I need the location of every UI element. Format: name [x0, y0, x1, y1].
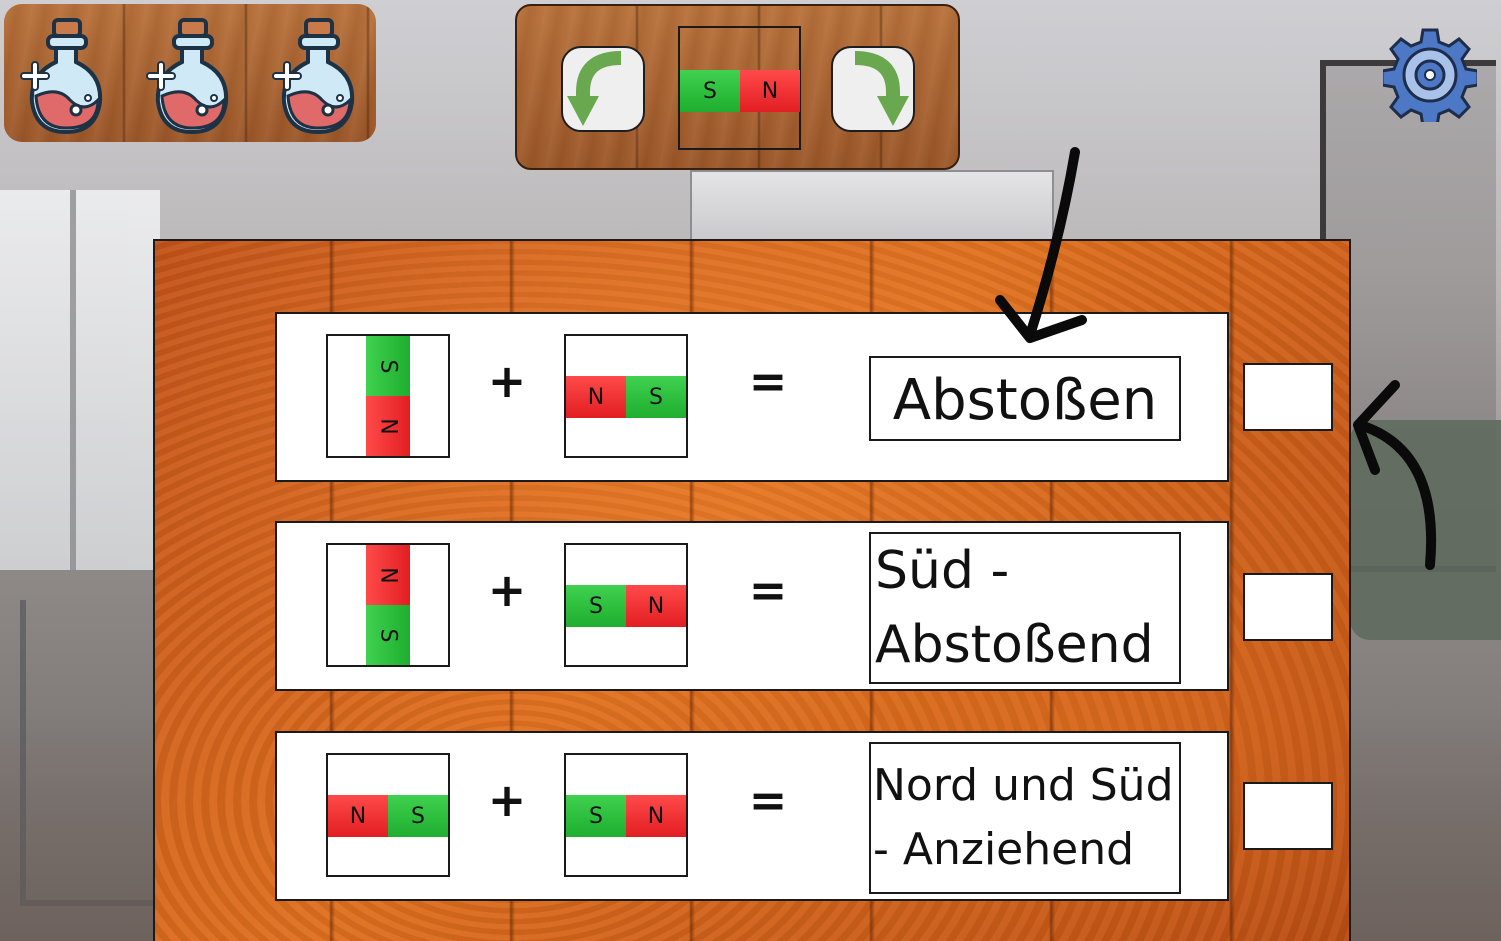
answer-line-1: Süd - — [875, 541, 1010, 601]
answer-box: Süd - Abstoßend — [869, 532, 1181, 684]
current-magnet[interactable]: S N — [680, 70, 800, 112]
plus-sign: + — [487, 773, 527, 827]
plus-sign: + — [487, 563, 527, 617]
magnet-slot-a[interactable]: N S — [326, 543, 450, 667]
magnet-pole-south: S — [566, 585, 626, 627]
gear-icon — [1380, 28, 1480, 128]
magnet-horizontal[interactable]: N S — [328, 795, 448, 837]
answer-checkbox-3[interactable] — [1243, 782, 1333, 850]
potion-inventory — [4, 4, 376, 142]
magnet-pole-north: N — [626, 585, 686, 627]
magnet-pole-south: S — [566, 795, 626, 837]
puzzle-row-3: N S + S N = Nord und Süd - Anziehend — [275, 731, 1229, 901]
rotate-left-button[interactable] — [561, 46, 645, 132]
magnet-slot-b[interactable]: N S — [564, 334, 688, 458]
magnet-vertical[interactable]: S N — [366, 336, 410, 456]
potion-plus-icon[interactable] — [270, 16, 366, 136]
equals-sign: = — [748, 773, 788, 827]
magnet-pole-south: S — [680, 70, 740, 112]
magnet-pole-north: N — [740, 70, 800, 112]
magnet-pole-north: N — [366, 396, 410, 456]
answer-checkbox-2[interactable] — [1243, 573, 1333, 641]
answer-line-2: Abstoßend — [875, 615, 1154, 675]
answer-checkbox-1[interactable] — [1243, 363, 1333, 431]
magnet-slot-a[interactable]: S N — [326, 334, 450, 458]
answer-box: Abstoßen — [869, 356, 1181, 441]
equals-sign: = — [748, 563, 788, 617]
answer-box: Nord und Süd - Anziehend — [869, 742, 1181, 894]
current-magnet-slot[interactable]: S N — [678, 26, 801, 150]
puzzle-row-1: S N + N S = Abstoßen — [275, 312, 1229, 482]
puzzle-row-2: N S + S N = Süd - Abstoßend — [275, 521, 1229, 691]
magnet-pole-south: S — [388, 795, 448, 837]
magnet-vertical[interactable]: N S — [366, 545, 410, 665]
magnet-slot-a[interactable]: N S — [326, 753, 450, 877]
answer-line-1: Nord und Süd — [873, 760, 1174, 811]
magnet-pole-north: N — [626, 795, 686, 837]
settings-button[interactable] — [1380, 28, 1480, 128]
magnet-horizontal[interactable]: S N — [566, 795, 686, 837]
equals-sign: = — [748, 354, 788, 408]
potion-plus-icon[interactable] — [18, 16, 114, 136]
magnet-pole-south: S — [366, 336, 410, 396]
magnet-pole-north: N — [328, 795, 388, 837]
magnet-pole-north: N — [566, 376, 626, 418]
room-window — [0, 190, 160, 570]
plus-sign: + — [487, 354, 527, 408]
magnet-pole-south: S — [366, 605, 410, 665]
answer-line-2: - Anziehend — [873, 824, 1135, 875]
room-sofa — [1350, 420, 1501, 640]
potion-plus-icon[interactable] — [144, 16, 240, 136]
magnet-horizontal[interactable]: N S — [566, 376, 686, 418]
rotate-right-button[interactable] — [831, 46, 915, 132]
magnet-slot-b[interactable]: S N — [564, 753, 688, 877]
magnet-pole-south: S — [626, 376, 686, 418]
magnet-horizontal[interactable]: S N — [566, 585, 686, 627]
magnet-control-panel: S N — [515, 4, 960, 170]
rotate-right-icon — [854, 51, 909, 126]
room-cabinet — [690, 170, 1054, 244]
magnet-pole-north: N — [366, 545, 410, 605]
magnet-slot-b[interactable]: S N — [564, 543, 688, 667]
rotate-left-icon — [567, 51, 622, 126]
